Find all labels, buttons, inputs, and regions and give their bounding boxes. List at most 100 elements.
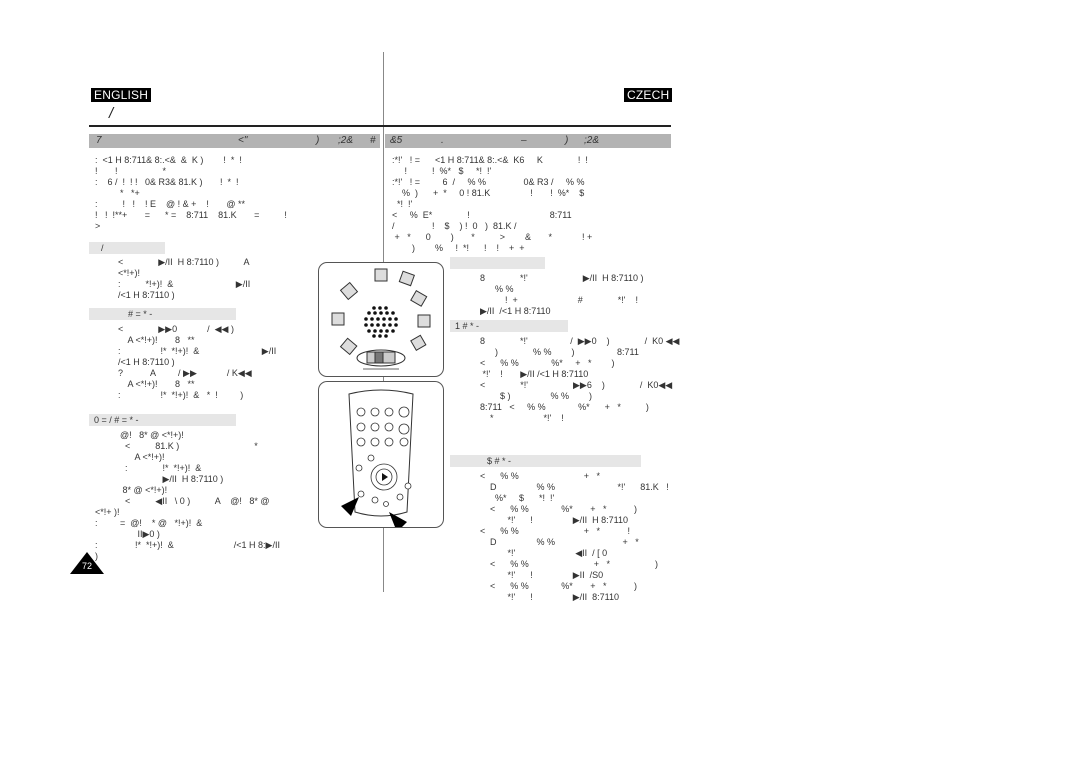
text-line: : <1 H 8:711& 8:.<& & K ) ! * ! <box>95 155 242 165</box>
remote-control-panel <box>318 381 444 532</box>
text-line: : !* *!+)! & * ! ) <box>118 390 244 400</box>
fast-forward-button-icon <box>367 454 375 462</box>
page-title: / <box>109 105 114 122</box>
pause-button-icon <box>396 493 404 501</box>
section-header-left: 7 <" ) ;2& # <box>89 134 380 148</box>
text-line: /<1 H 8:7110 ) <box>118 290 175 300</box>
text-line: < % % + * ) <box>450 559 659 569</box>
text-line: II▶0 ) <box>95 529 160 539</box>
text-line: * *+ <box>95 188 140 198</box>
remote-button-icon <box>384 422 394 432</box>
text-line: < ▶▶0 / ◀◀ ) <box>118 324 234 334</box>
text-line: *!' ! ▶/II H 8:7110 <box>450 515 629 525</box>
left-subsection-3-body: @! 8* @ <*!+)! < 81.K ) * A <*!+)! : !* … <box>95 430 280 562</box>
page-number-badge: 72 <box>70 552 104 574</box>
blc-button-icon <box>410 334 427 352</box>
text-line: * *!' ! <box>450 413 564 423</box>
text-line: ! + # *!' ! <box>450 295 639 305</box>
text-line: ! ! * <box>95 166 167 176</box>
text-line: < ▶/II H 8:7110 ) A <box>118 257 250 267</box>
text-line: < % % %* + * ) <box>450 581 638 591</box>
text-line: : ! ! ! E @ ! & + ! @ ** <box>95 199 246 209</box>
text-line: : !* *!+)! & <box>95 463 202 473</box>
text-line: ) <box>95 551 98 561</box>
section-title-part: <" <box>238 135 248 146</box>
zoom-t-button-icon <box>398 423 410 435</box>
rec-search-button-icon <box>398 270 415 287</box>
left-subsection-1-header: / <box>89 242 165 254</box>
text-line: *!' ! ▶/II /<1 H 8:7110 <box>450 369 589 379</box>
rewind-button-icon <box>355 464 363 472</box>
section-title-part: – <box>521 135 527 146</box>
text-line: 8* @ <*!+)! <box>95 485 168 495</box>
text-line: D % % + * <box>450 537 639 547</box>
text-line: A <*!+)! <box>95 452 165 462</box>
text-line: /<1 H 8:7110 ) <box>118 357 175 367</box>
section-title-part: . <box>441 135 444 146</box>
section-title-part: ;2& <box>338 135 354 146</box>
right-subsection-2-body: 8 *!' / ▶▶0 ) / K0 ◀◀ ) % % ) 8:711 < % … <box>450 336 679 424</box>
section-title-part: &5 <box>390 135 403 146</box>
section-title-part: ) <box>565 135 569 146</box>
section-title-part: ) <box>316 135 320 146</box>
text-line: 8 *!' / ▶▶0 ) / K0 ◀◀ <box>450 336 680 346</box>
right-subsection-1-body: 8 *!' ▶/II H 8:7110 ) % % ! + # *!' ! ▶/… <box>450 273 644 317</box>
remote-button-icon <box>370 422 380 432</box>
speaker-grille-icon <box>364 306 398 338</box>
remote-button-icon <box>356 422 366 432</box>
text-line: ? A / ▶▶ / K◀◀ <box>118 368 252 378</box>
text-line: ▶/II /<1 H 8:7110 <box>450 306 551 316</box>
text-line: < 81.K ) * <box>95 441 258 451</box>
text-line: *! !' <box>392 199 413 209</box>
text-line: ! ! %* $ *! !' <box>392 166 492 176</box>
remote-button-icon <box>357 490 365 498</box>
text-line: :*!' ! = 6 / % % 0& R3 / % % <box>392 177 585 187</box>
display-button-icon <box>331 312 345 326</box>
subsection-title: # = * - <box>128 309 153 319</box>
right-subsection-2-header: 1 # * - <box>450 320 568 332</box>
text-line: < % E* ! 8:711 <box>392 210 572 220</box>
text-line: ) % ! *! ! ! + + <box>392 243 525 253</box>
text-line: < % % %* + * ) <box>450 358 615 368</box>
right-subsection-3-header: $ # * - <box>450 455 641 467</box>
text-line: *!' ◀II / [ 0 <box>450 548 608 558</box>
subsection-title: 1 # * - <box>455 321 480 331</box>
zoom-button-icon <box>339 281 359 301</box>
remote-button-icon <box>370 437 380 447</box>
text-line: < % % + * <box>450 471 601 481</box>
text-line: : *!+)! & ▶/II <box>118 279 251 289</box>
text-line: 8 *!' ▶/II H 8:7110 ) <box>450 273 644 283</box>
language-badge-english: ENGLISH <box>91 88 152 102</box>
camcorder-buttons-illustration <box>331 268 431 370</box>
left-subsection-3-header: 0 = / # = * - <box>89 414 236 426</box>
left-subsection-1-body: < ▶/II H 8:7110 ) A <*!+)! : *!+)! & ▶/I… <box>118 257 250 301</box>
text-line: <*!+ )! <box>95 507 120 517</box>
remote-button-icon <box>356 407 366 417</box>
text-line: ▶/II H 8:7110 ) <box>95 474 224 484</box>
text-line: % % <box>450 284 514 294</box>
text-line: / ! $ ) ! 0 ) 81.K / <box>392 221 517 231</box>
subsection-title: 0 = / # = * - <box>94 415 139 425</box>
text-line: A <*!+)! 8 ** <box>118 379 195 389</box>
right-subsection-1-header <box>450 257 545 269</box>
text-line: ! ! !**+ = * = 8:711 81.K = ! <box>95 210 287 220</box>
text-line: $ ) % % ) <box>450 391 593 401</box>
stop-button-icon <box>404 482 412 490</box>
remote-button-icon <box>370 407 380 417</box>
left-subsection-2-header: # = * - <box>89 308 236 320</box>
left-intro: : <1 H 8:711& 8:.<& & K ) ! * ! ! ! * : … <box>95 155 287 232</box>
text-line: @! 8* @ <*!+)! <box>95 430 184 440</box>
zoom-w-button-icon <box>398 406 410 418</box>
section-header-right: &5 . – ) ;2& <box>385 134 671 148</box>
slow-button-icon <box>384 437 394 447</box>
header-rule <box>89 125 671 127</box>
still-button-icon <box>410 289 428 307</box>
text-line: %* $ *! !' <box>450 493 555 503</box>
remote-button-icon <box>383 501 389 507</box>
mode-switch-icon <box>356 349 406 370</box>
text-line: : 6 / ! ! ! 0& R3& 81.K ) ! * ! <box>95 177 239 187</box>
text-line: : = @! * @ *!+)! & <box>95 518 203 528</box>
text-line: : !* *!+)! & /<1 H 8:▶/II <box>95 540 280 550</box>
text-line: < ◀II \ 0 ) A @! 8* @ <box>95 496 270 506</box>
section-title-part: # <box>370 135 376 146</box>
